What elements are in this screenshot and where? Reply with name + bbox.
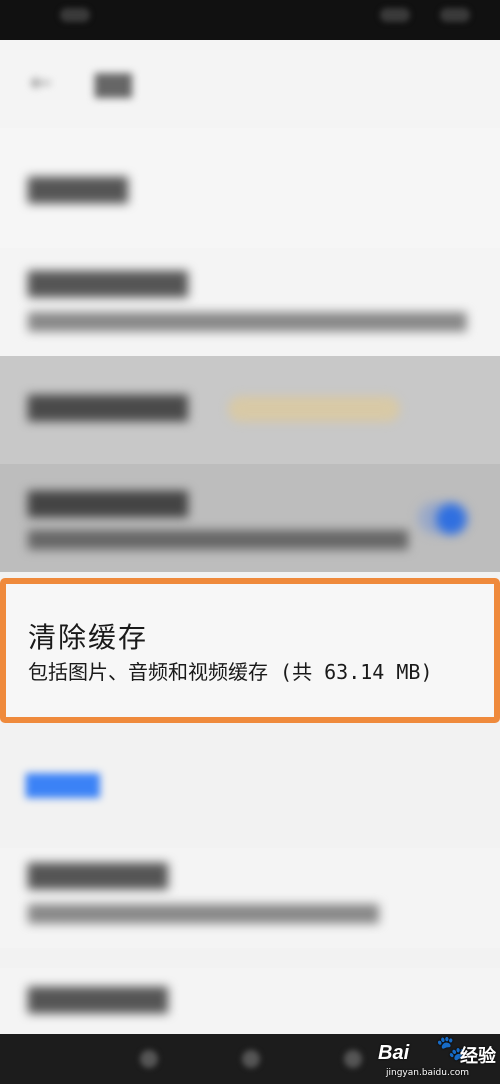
row-title: ▇▇▇▇▇▇▇▇: [28, 392, 188, 422]
back-arrow-icon[interactable]: ←: [30, 68, 52, 98]
watermark-brand: Bai: [378, 1042, 410, 1064]
settings-row[interactable]: ▇▇▇▇▇▇▇▇: [0, 356, 500, 464]
recents-nav-icon[interactable]: [344, 1050, 362, 1068]
clear-cache-title: 清除缓存: [28, 621, 149, 654]
settings-row[interactable]: ▇▇▇▇▇▇▇: [0, 968, 500, 1038]
row-subtitle: ▇▇▇▇▇▇▇▇▇▇▇▇▇▇▇▇▇▇▇▇▇▇▇▇: [28, 902, 379, 924]
settings-row[interactable]: ▇▇▇▇▇: [0, 128, 500, 248]
watermark-url: jingyan.baidu.com: [386, 1068, 470, 1078]
app-bar: ← ▇▇: [0, 40, 500, 128]
settings-row[interactable]: ▇▇▇▇▇▇▇▇ ▇▇▇▇▇▇▇▇▇▇▇▇▇▇▇▇▇▇▇▇▇▇▇▇▇▇▇▇▇▇: [0, 248, 500, 356]
home-nav-icon[interactable]: [242, 1050, 260, 1068]
row-title: ▇▇▇▇▇▇▇▇: [28, 268, 188, 298]
clear-cache-description: 包括图片、音频和视频缓存 (共 63.14 MB): [28, 660, 433, 684]
back-nav-icon[interactable]: [140, 1050, 158, 1068]
watermark-suffix: 经验: [460, 1046, 496, 1067]
status-icon: [60, 8, 90, 22]
row-subtitle: ▇▇▇▇▇▇▇▇▇▇▇▇▇▇▇▇▇▇▇▇▇▇▇▇▇▇: [28, 528, 408, 550]
toggle-knob[interactable]: [436, 504, 466, 534]
settings-row[interactable]: ▇▇▇▇▇▇▇▇ ▇▇▇▇▇▇▇▇▇▇▇▇▇▇▇▇▇▇▇▇▇▇▇▇▇▇: [0, 464, 500, 572]
row-title: ▇▇▇▇▇▇▇: [28, 860, 168, 890]
settings-row[interactable]: ▇▇▇▇▇▇▇ ▇▇▇▇▇▇▇▇▇▇▇▇▇▇▇▇▇▇▇▇▇▇▇▇: [0, 848, 500, 948]
row-subtitle: ▇▇▇▇▇▇▇▇▇▇▇▇▇▇▇▇▇▇▇▇▇▇▇▇▇▇▇▇▇▇: [28, 310, 467, 332]
row-title: ▇▇▇▇▇: [28, 174, 128, 204]
status-badge: [228, 396, 400, 422]
section-header: ▇▇▇▇: [26, 770, 100, 798]
battery-icon: [440, 8, 470, 22]
clear-cache-row[interactable]: 清除缓存 包括图片、音频和视频缓存 (共 63.14 MB): [0, 578, 500, 723]
signal-icon: [380, 8, 410, 22]
page-title: ▇▇: [95, 70, 132, 98]
row-title: ▇▇▇▇▇▇▇: [28, 984, 168, 1014]
row-title: ▇▇▇▇▇▇▇▇: [28, 488, 188, 518]
watermark: Bai 🐾 经验 jingyan.baidu.com: [378, 1034, 500, 1080]
status-bar: [0, 0, 500, 40]
